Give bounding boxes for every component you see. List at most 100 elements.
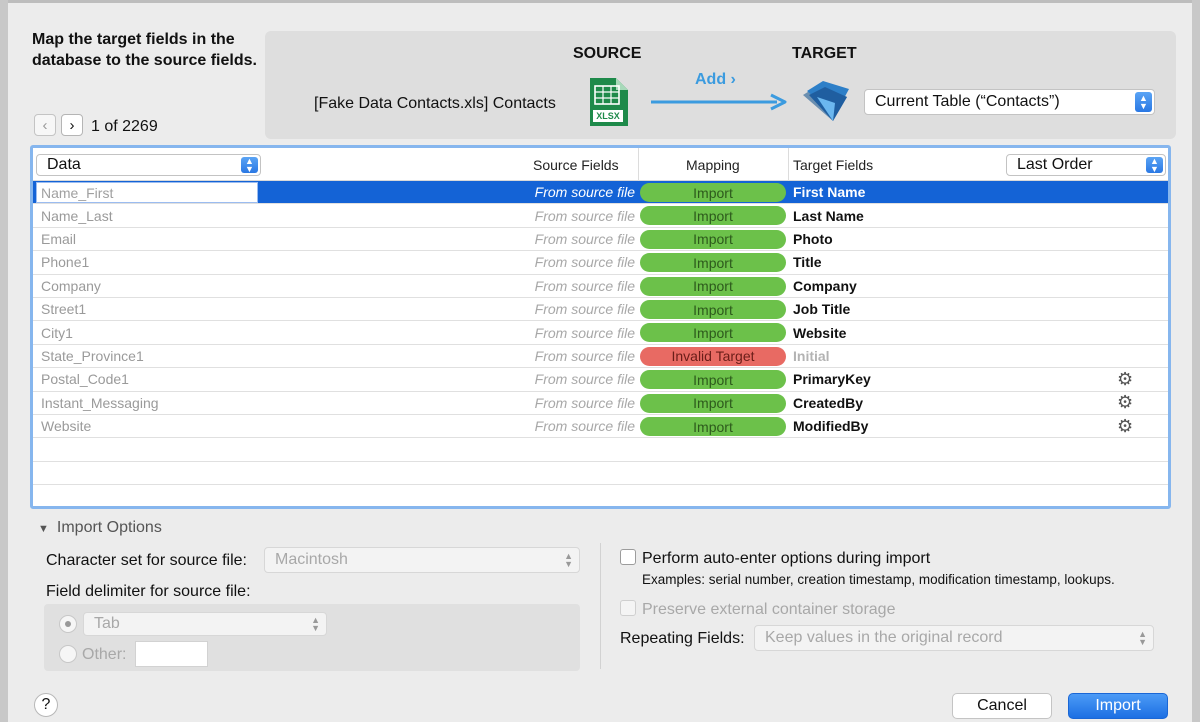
chevron-updown-icon: ▲ ▼ [564,551,573,569]
repeating-fields-label: Repeating Fields: [620,630,745,647]
table-row[interactable]: Instant_Messaging From source file Import C… [33,392,1168,415]
other-radio[interactable] [59,645,77,663]
target-table-value: Current Table (“Contacts”) [875,93,1060,110]
source-file-label: From source file [534,371,635,388]
auto-enter-label: Perform auto-enter options during import [642,550,931,567]
add-mapping-label: Add › [695,71,736,88]
table-row[interactable]: City1 From source file Import Website [33,321,1168,345]
mapping-status-toggle[interactable]: Import [640,370,786,390]
auto-enter-checkbox[interactable] [620,549,636,565]
source-file-label: From source file [534,230,635,247]
preserve-storage-checkbox[interactable] [620,600,636,616]
target-field-name: Company [793,277,857,294]
mapping-status-toggle[interactable]: Import [640,229,786,249]
source-field-name[interactable]: City1 [37,321,259,343]
charset-label: Character set for source file: [46,552,247,569]
mapping-status-toggle[interactable]: Import [640,300,786,319]
table-row[interactable]: Street1 From source file Import Job Title [33,298,1168,322]
source-file-label: From source file [534,418,635,435]
mapping-status-toggle[interactable]: Import [640,253,786,273]
target-field-name: Website [793,324,847,341]
gear-icon[interactable]: ⚙ [1117,368,1133,390]
import-options-toggle[interactable]: ▼ Import Options [38,519,162,537]
source-file-name: [Fake Data Contacts.xls] Contacts [314,95,556,112]
table-row[interactable]: Postal_Code1 From source file Import Primar… [33,368,1168,392]
mapping-status-toggle[interactable]: Import [640,323,786,343]
field-mapping-table: Data ▲ ▼ Source Fields Mapping Target Fie… [30,145,1171,509]
column-header-mapping[interactable]: Mapping [686,157,740,173]
repeating-fields-value: Keep values in the original record [765,629,1003,646]
other-label: Other: [82,646,127,663]
target-field-name: CreatedBy [793,394,864,411]
table-row[interactable]: Name_First From source file Import First Na… [33,181,1168,205]
source-field-name[interactable]: Name_First [36,182,258,203]
next-record-button[interactable]: › [61,114,83,136]
target-field-name: Initial [793,347,830,364]
table-row[interactable]: Name_Last From source file Import Last Name [33,204,1168,228]
tab-value: Tab [94,615,120,632]
source-field-name[interactable]: Phone1 [37,251,259,273]
mapping-status-toggle[interactable]: Import [640,417,786,436]
table-row[interactable]: Email From source file Import Photo [33,228,1168,252]
empty-table-row [33,438,1168,462]
empty-table-row [33,462,1168,486]
import-field-mapping-dialog: Map the target fields in the database to… [8,0,1192,722]
repeating-fields-select[interactable]: Keep values in the original record ▲ ▼ [754,625,1154,651]
cancel-button[interactable]: Cancel [952,693,1052,719]
source-field-name[interactable]: Email [37,228,259,250]
source-file-label: From source file [534,347,635,364]
chevron-updown-icon: ▲ ▼ [241,157,258,174]
tab-delimiter-select[interactable]: Tab ▲ ▼ [83,612,327,636]
table-row[interactable]: Company From source file Import Company [33,275,1168,298]
other-delimiter-input[interactable] [135,641,208,667]
target-field-name: Last Name [793,207,864,224]
table-row[interactable]: State_Province1 From source file Invalid T… [33,345,1168,369]
dialog-heading: Map the target fields in the database to… [32,31,257,69]
charset-select[interactable]: Macintosh ▲ ▼ [264,547,580,573]
tab-radio[interactable] [59,615,77,633]
source-field-name[interactable]: Name_Last [37,204,259,226]
source-field-name[interactable]: State_Province1 [37,345,259,367]
table-row[interactable]: Website From source file Import ModifiedBy ⚙ [33,415,1168,439]
chevron-updown-icon: ▲ ▼ [1135,92,1152,112]
mapping-status-toggle[interactable]: Import [640,206,786,226]
record-count: 1 of 2269 [91,118,158,135]
chevron-updown-icon: ▲ ▼ [1138,629,1147,647]
target-field-name: First Name [793,184,866,201]
target-order-selector[interactable]: Last Order ▲ ▼ [1006,154,1166,176]
delimiter-label: Field delimiter for source file: [46,583,251,600]
target-field-name: Job Title [793,301,851,318]
mapping-status-toggle[interactable]: Import [640,183,786,202]
target-field-name: ModifiedBy [793,418,869,435]
mapping-status-toggle[interactable]: Invalid Target [640,346,786,366]
column-header-source[interactable]: Source Fields [533,157,619,173]
auto-enter-examples: Examples: serial number, creation timest… [642,572,1115,587]
mapping-status-toggle[interactable]: Import [640,393,786,413]
previous-record-button[interactable]: ‹ [34,114,56,136]
xlsx-badge: XLSX [596,111,620,121]
import-options-label: Import Options [56,519,162,536]
source-field-name[interactable]: Company [37,275,259,297]
source-file-label: From source file [534,184,635,201]
radio-dot [65,621,71,627]
source-file-label: From source file [534,394,635,411]
mapping-arrow-icon [651,93,787,111]
target-field-name: Photo [793,230,833,247]
source-field-name[interactable]: Website [37,415,259,437]
gear-icon[interactable]: ⚙ [1117,415,1133,437]
source-field-name[interactable]: Postal_Code1 [37,368,259,390]
source-selector[interactable]: Data ▲ ▼ [36,154,261,176]
target-field-name: Title [793,254,822,271]
source-file-label: From source file [534,207,635,224]
gear-icon[interactable]: ⚙ [1117,392,1133,414]
source-file-label: From source file [534,254,635,271]
source-title: SOURCE [573,45,642,62]
source-field-name[interactable]: Street1 [37,298,259,320]
mapping-status-toggle[interactable]: Import [640,276,786,296]
column-header-target[interactable]: Target Fields [793,157,873,173]
table-row[interactable]: Phone1 From source file Import Title [33,251,1168,275]
target-table-select[interactable]: Current Table (“Contacts”) ▲ ▼ [864,89,1155,115]
source-field-name[interactable]: Instant_Messaging [37,392,259,414]
help-button[interactable]: ? [34,693,58,717]
import-button[interactable]: Import [1068,693,1168,719]
